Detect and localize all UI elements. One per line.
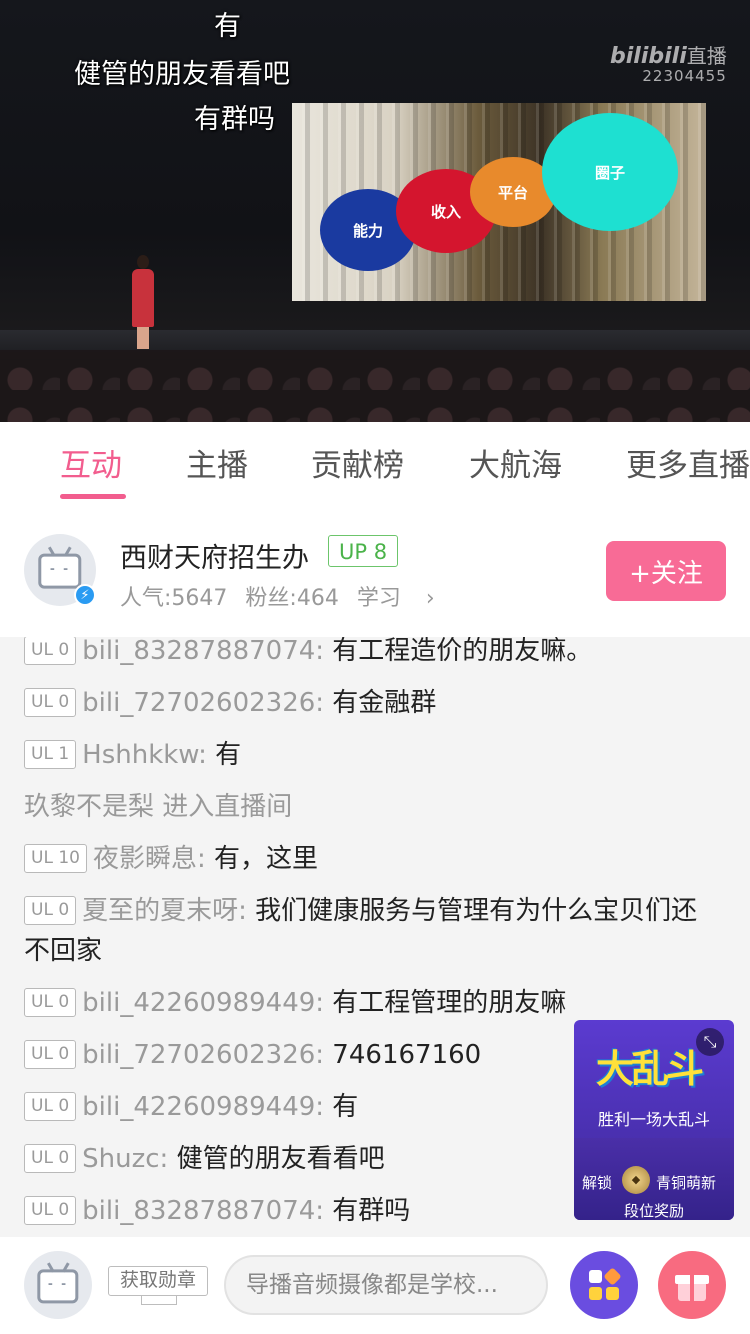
chat-message: UL 0 bili_42260989449: 有工程管理的朋友嘛 <box>24 983 714 1023</box>
chat-text: 有群吗 <box>324 1196 411 1226</box>
chat-username[interactable]: bili_42260989449: <box>82 988 324 1018</box>
chat-message: UL 0 夏至的夏末呀: 我们健康服务与管理有为什么宝贝们还不回家 <box>24 891 714 971</box>
chat-message: UL 10 夜影瞬息: 有，这里 <box>24 839 714 879</box>
watermark-live: 直播 <box>686 44 727 68</box>
room-id: 22304455 <box>642 67 727 85</box>
chat-username[interactable]: bili_83287887074: <box>82 637 324 666</box>
my-avatar[interactable]: - - <box>24 1251 92 1319</box>
user-level-badge: UL 0 <box>24 1196 77 1225</box>
watermark-brand: bilibili <box>610 44 687 69</box>
chat-username[interactable]: 夏至的夏末呀: <box>82 896 247 926</box>
chat-text: 有，这里 <box>205 844 318 874</box>
chat-username[interactable]: Shuzc: <box>82 1144 168 1174</box>
bottom-input-bar: - - 获取勋章 导播音频摄像都是学校... <box>0 1237 750 1334</box>
tab-contribution-rank[interactable]: 贡献榜 <box>311 440 404 485</box>
rank-label: 青铜萌新 <box>656 1174 717 1192</box>
video-player[interactable]: 能力 收入 平台 圈子 有 健管的朋友看看吧 有群吗 bilibili直播 22… <box>0 0 750 422</box>
unlock-label: 解锁 <box>582 1174 613 1192</box>
chat-text: 746167160 <box>324 1040 482 1070</box>
chat-text: 健管的朋友看看吧 <box>168 1144 385 1174</box>
user-level-badge: UL 0 <box>24 1144 77 1173</box>
popularity-count: 人气:5647 <box>120 586 228 611</box>
verified-icon: ⚡ <box>74 584 96 606</box>
chat-username[interactable]: Hshhkkw: <box>82 740 207 770</box>
chat-message: UL 0 bili_72702602326: 有金融群 <box>24 683 714 723</box>
user-level-badge: UL 0 <box>24 637 77 665</box>
anchor-stats: 人气:5647 粉丝:464 学习 › <box>120 580 471 612</box>
audience <box>0 350 750 422</box>
follow-button[interactable]: +关注 <box>606 541 726 601</box>
brawl-logo: 大乱斗 <box>596 1047 704 1091</box>
reward-label: 段位奖励 <box>623 1202 684 1220</box>
tab-bar: 互动 主播 贡献榜 大航海 更多直播 <box>0 422 750 502</box>
chat-message: UL 0 bili_83287887074: 有工程造价的朋友嘛。 <box>24 637 714 671</box>
tab-guard[interactable]: 大航海 <box>469 440 562 485</box>
user-level-badge: UL 0 <box>24 896 77 925</box>
bilibili-live-watermark: bilibili直播 22304455 <box>610 40 727 85</box>
tab-more-live[interactable]: 更多直播 <box>626 440 750 485</box>
chat-username[interactable]: bili_72702602326: <box>82 1040 324 1070</box>
user-level-badge: UL 0 <box>24 988 77 1017</box>
tab-interaction[interactable]: 互动 <box>60 440 122 485</box>
chat-username[interactable]: bili_83287887074: <box>82 1196 324 1226</box>
apps-button[interactable] <box>570 1251 638 1319</box>
apps-icon <box>589 1267 622 1300</box>
danmaku-comment: 有群吗 <box>194 104 275 135</box>
category-link[interactable]: 学习 › <box>357 586 453 611</box>
chat-text: 有金融群 <box>324 688 437 718</box>
presentation-screen: 能力 收入 平台 圈子 <box>292 103 706 301</box>
user-level-badge: UL 1 <box>24 740 77 769</box>
chat-text: 有 <box>206 740 242 770</box>
presenter <box>130 255 156 350</box>
chat-username[interactable]: bili_42260989449: <box>82 1092 324 1122</box>
up-level-badge: UP 8 <box>328 535 399 567</box>
slide-bubble-circle: 圈子 <box>542 113 678 231</box>
chat-text: 有工程管理的朋友嘛 <box>324 988 567 1018</box>
chat-text: 有工程造价的朋友嘛。 <box>324 637 593 666</box>
danmaku-comment: 有 <box>214 11 241 42</box>
chat-input[interactable]: 导播音频摄像都是学校... <box>224 1255 548 1315</box>
chat-username[interactable]: 夜影瞬息: <box>93 844 206 874</box>
brawl-slogan: 胜利一场大乱斗 <box>597 1110 710 1129</box>
user-level-badge: UL 0 <box>24 1092 77 1121</box>
user-level-badge: UL 0 <box>24 688 77 717</box>
gift-button[interactable] <box>658 1251 726 1319</box>
danmaku-comment: 健管的朋友看看吧 <box>74 59 290 90</box>
gift-icon <box>675 1269 709 1301</box>
bronze-medal-icon: ◆ <box>622 1166 650 1194</box>
chat-username[interactable]: bili_72702602326: <box>82 688 324 718</box>
expand-icon[interactable]: ⤡ <box>696 1028 724 1056</box>
get-medal-button[interactable]: 获取勋章 <box>108 1266 208 1305</box>
category-label: 学习 <box>356 586 401 611</box>
chat-message: UL 1 Hshhkkw: 有 <box>24 735 714 775</box>
user-level-badge: UL 10 <box>24 844 87 873</box>
anchor-name[interactable]: 西财天府招生办 <box>120 536 309 575</box>
brawl-event-card[interactable]: 大乱斗 ⤡ 胜利一场大乱斗 解锁 ◆ 青铜萌新 段位奖励 <box>574 1020 734 1220</box>
tab-anchor[interactable]: 主播 <box>186 440 248 485</box>
fans-count: 粉丝:464 <box>245 586 339 611</box>
active-tab-indicator <box>60 494 126 499</box>
brawl-reward-panel: 解锁 ◆ 青铜萌新 段位奖励 <box>574 1138 734 1220</box>
user-level-badge: UL 0 <box>24 1040 77 1069</box>
chevron-right-icon: › <box>425 586 435 611</box>
anchor-card: - - ⚡ 西财天府招生办 UP 8 人气:5647 粉丝:464 学习 › +关注 <box>0 502 750 637</box>
system-message-enter: 玖黎不是梨 进入直播间 <box>24 792 293 822</box>
chat-text: 有 <box>324 1092 359 1122</box>
